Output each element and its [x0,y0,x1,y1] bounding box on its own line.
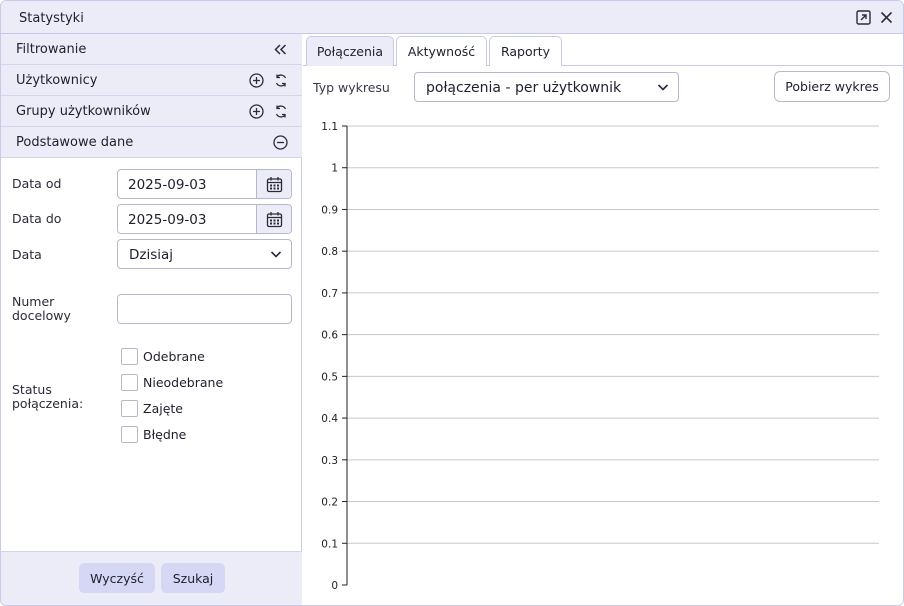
chart-type-label: Typ wykresu [313,80,390,95]
calendar-icon[interactable] [256,205,291,233]
date-from-value: 2025-09-03 [128,177,207,193]
tab-bar: Połączenia Aktywność Raporty [303,34,903,66]
date-to-field[interactable]: 2025-09-03 [117,204,292,234]
tab-connections[interactable]: Połączenia [306,36,394,66]
filter-header-label: Filtrowanie [16,42,87,57]
add-users-icon[interactable] [248,72,265,89]
date-preset-value: Dzisiaj [129,247,174,263]
target-number-input[interactable] [117,294,292,324]
statistics-window: Statystyki Filtrowanie Użytkownicy Grupy… [0,0,904,606]
calendar-icon[interactable] [256,170,291,198]
y-tick-label: 0.4 [321,413,338,425]
checkbox[interactable] [121,374,138,391]
filter-panel: Filtrowanie Użytkownicy Grupy użytkownik… [1,34,302,605]
section-user-groups-label: Grupy użytkowników [16,104,151,119]
call-status-label: Status połączenia: [12,382,84,411]
collapse-section-icon[interactable] [272,134,289,151]
y-tick-label: 0.7 [321,288,338,300]
y-tick-label: 0.9 [321,204,338,216]
refresh-users-icon[interactable] [272,72,289,89]
chart-type-select[interactable]: połączenia - per użytkownik [414,72,679,102]
status-answered-label: Odebrane [143,349,205,364]
filter-header: Filtrowanie [1,34,302,65]
checkbox[interactable] [121,348,138,365]
checkbox[interactable] [121,400,138,417]
download-chart-button[interactable]: Pobierz wykres [774,71,890,102]
add-groups-icon[interactable] [248,103,265,120]
filter-footer: Wyczyść Szukaj [1,551,302,605]
popout-icon[interactable] [855,9,872,26]
status-failed-label: Błędne [143,427,187,442]
chart-type-value: połączenia - per użytkownik [426,80,622,96]
collapse-panel-icon[interactable] [272,41,289,58]
refresh-groups-icon[interactable] [272,103,289,120]
y-tick-label: 0 [331,580,338,592]
section-user-groups[interactable]: Grupy użytkowników [1,96,302,127]
search-button[interactable]: Szukaj [161,563,225,593]
date-from-label: Data od [12,176,62,191]
y-tick-label: 0.2 [321,497,338,509]
y-tick-label: 0.1 [321,538,338,550]
section-users-label: Użytkownicy [16,73,98,88]
date-from-field[interactable]: 2025-09-03 [117,169,292,199]
target-number-label: Numer docelowy [12,294,71,323]
date-to-label: Data do [12,211,62,226]
y-tick-label: 0.5 [321,371,338,383]
date-to-value: 2025-09-03 [128,212,207,228]
y-tick-label: 1.1 [321,121,338,133]
y-tick-label: 0.8 [321,246,338,258]
checkbox[interactable] [121,426,138,443]
status-busy-label: Zajęte [143,401,183,416]
clear-button[interactable]: Wyczyść [79,563,155,593]
status-unanswered-label: Nieodebrane [143,375,224,390]
chevron-down-icon [270,248,282,264]
title-bar: Statystyki [1,1,903,34]
section-basic-data-label: Podstawowe dane [16,135,134,150]
y-tick-label: 0.6 [321,330,338,342]
tab-reports[interactable]: Raporty [489,36,562,66]
date-preset-select[interactable]: Dzisiaj [117,239,292,269]
y-tick-label: 1 [331,163,338,175]
tab-activity[interactable]: Aktywność [396,36,487,66]
main-panel: Połączenia Aktywność Raporty Typ wykresu… [303,34,903,605]
section-basic-data[interactable]: Podstawowe dane [1,127,302,158]
y-tick-label: 0.3 [321,455,338,467]
chart-area: 0 0.1 0.2 0.3 0.4 0.5 0.6 0.7 0.8 0.9 1 1.1 [321,121,879,592]
date-preset-label: Data [12,247,42,262]
chevron-down-icon [657,81,669,97]
section-users[interactable]: Użytkownicy [1,65,302,96]
close-icon[interactable] [878,9,895,26]
window-title: Statystyki [19,11,84,26]
